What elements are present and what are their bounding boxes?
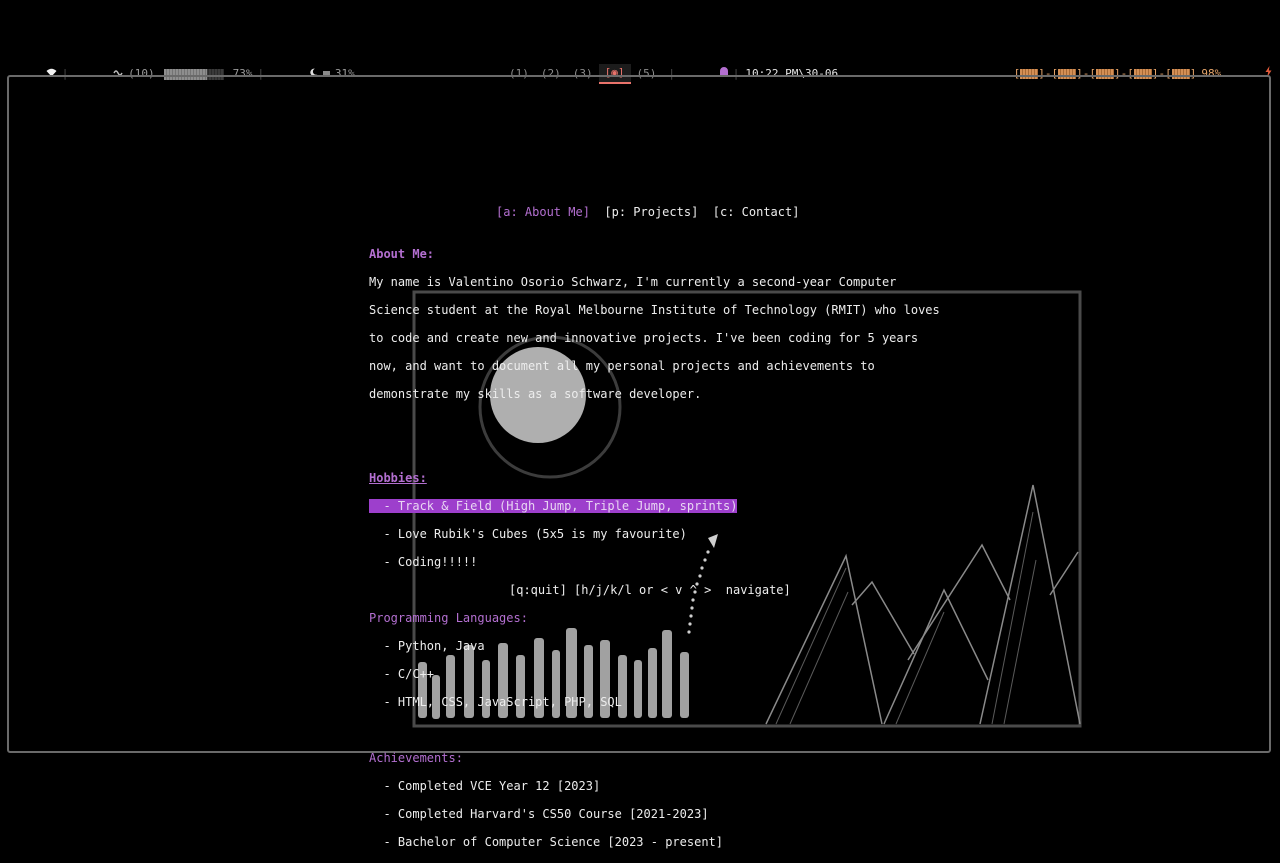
achievement-item: - Completed Harvard's CS50 Course [2021-…: [369, 807, 709, 821]
about-line: now, and want to document all my persona…: [369, 359, 875, 373]
nav-tabs: [a: About Me] [p: Projects] [c: Contact]: [496, 205, 799, 219]
tab-about-me[interactable]: [a: About Me]: [496, 205, 590, 219]
hobby-item[interactable]: - Love Rubik's Cubes (5x5 is my favourit…: [369, 527, 940, 541]
hobbies-heading: Hobbies:: [369, 471, 427, 485]
hobby-item-selected[interactable]: - Track & Field (High Jump, Triple Jump,…: [369, 499, 738, 513]
about-line: to code and create new and innovative pr…: [369, 331, 919, 345]
about-line: Science student at the Royal Melbourne I…: [369, 303, 940, 317]
about-heading: About Me:: [369, 247, 435, 261]
about-content: About Me: My name is Valentino Osorio Sc…: [369, 233, 940, 863]
language-item: - Python, Java: [369, 639, 485, 653]
language-item: - C/C++: [369, 667, 435, 681]
tab-contact[interactable]: [c: Contact]: [713, 205, 800, 219]
about-line: demonstrate my skills as a software deve…: [369, 387, 702, 401]
achievement-item: - Bachelor of Computer Science [2023 - p…: [369, 835, 724, 849]
achievement-item: - Completed VCE Year 12 [2023]: [369, 779, 601, 793]
hobby-item[interactable]: - Coding!!!!!: [369, 555, 940, 569]
languages-heading: Programming Languages:: [369, 611, 528, 625]
about-line: My name is Valentino Osorio Schwarz, I'm…: [369, 275, 897, 289]
tab-projects[interactable]: [p: Projects]: [604, 205, 698, 219]
language-item: - HTML, CSS, JavaScript, PHP, SQL: [369, 695, 622, 709]
keybinding-help: [q:quit] [h/j/k/l or < v ^ > navigate]: [509, 583, 791, 597]
achievements-heading: Achievements:: [369, 751, 463, 765]
